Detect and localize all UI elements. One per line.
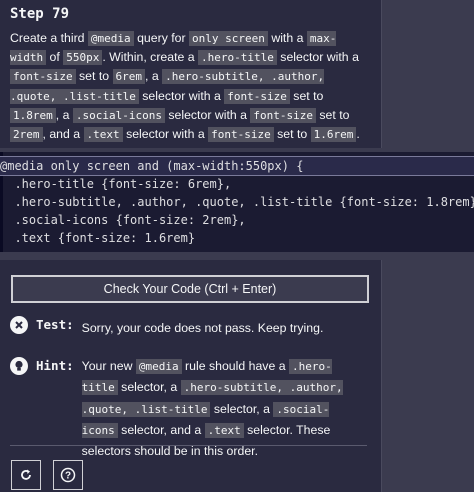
editor-line-4[interactable]: .social-icons {font-size: 2rem}, [0,211,245,229]
editor-line-5[interactable]: .text {font-size: 1.6rem} [0,229,195,247]
code-editor[interactable]: @media only screen and (max-width:550px)… [0,152,474,252]
lightbulb-icon [10,357,28,375]
help-icon: ? [60,467,76,483]
test-result: Test: Sorry, your code does not pass. Ke… [10,316,323,338]
help-button[interactable]: ? [53,460,83,490]
test-message: Sorry, your code does not pass. Keep try… [81,321,324,335]
editor-line-1[interactable]: @media only screen and (max-width:550px)… [0,156,474,176]
step-title: Step 79 [10,6,70,22]
check-code-button[interactable]: Check Your Code (Ctrl + Enter) [11,275,369,303]
editor-line-3[interactable]: .hero-subtitle, .author, .quote, .list-t… [0,193,474,211]
reset-button[interactable] [11,460,41,490]
step-description: Create a third @media query for only scr… [10,31,360,143]
instructions-panel: Step 79 Create a third @media query for … [0,0,382,148]
editor-line-2[interactable]: .hero-title {font-size: 6rem}, [0,175,231,193]
svg-text:?: ? [65,471,71,482]
x-circle-icon [10,316,28,334]
reset-icon [21,469,31,480]
test-panel: Check Your Code (Ctrl + Enter) Test: Sor… [0,260,382,492]
hint-label: Hint: [36,358,74,373]
test-label: Test: [36,317,74,332]
divider [10,445,367,446]
